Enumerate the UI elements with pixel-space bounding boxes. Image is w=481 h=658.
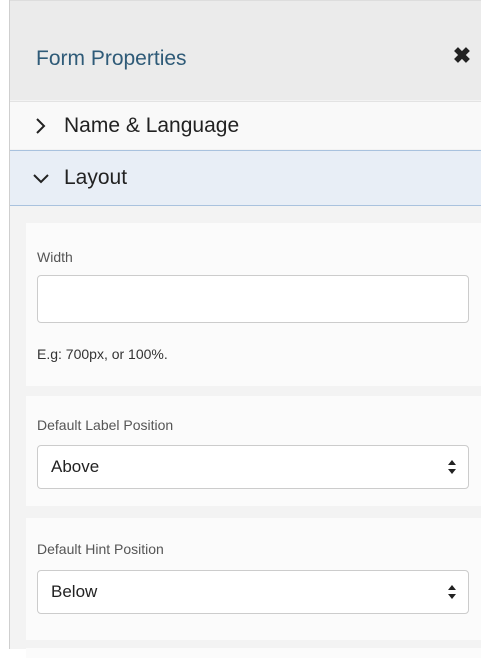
hint-position-select[interactable]: Below — [37, 570, 469, 614]
label-position-value: Above — [51, 457, 100, 476]
width-input[interactable] — [37, 275, 469, 323]
section-layout-label: Layout — [64, 166, 128, 189]
form-properties-panel: Form Properties ✖ Name & Language Layout… — [9, 0, 481, 658]
chevron-right-icon — [36, 117, 46, 134]
label-position-label: Default Label Position — [37, 417, 174, 433]
section-name-language[interactable]: Name & Language — [10, 101, 481, 149]
close-icon: ✖ — [452, 43, 472, 68]
panel-title: Form Properties — [36, 47, 187, 70]
width-field-group: Width E.g: 700px, or 100%. — [26, 223, 481, 386]
select-arrows-icon — [448, 585, 456, 599]
width-hint: E.g: 700px, or 100%. — [37, 346, 168, 362]
hint-position-field-group: Default Hint Position Below — [26, 518, 481, 640]
panel-header: Form Properties ✖ — [10, 0, 481, 100]
section-name-language-label: Name & Language — [64, 113, 240, 137]
label-position-select[interactable]: Above — [37, 445, 469, 489]
select-arrows-icon — [448, 460, 456, 474]
chevron-down-icon — [33, 174, 49, 184]
close-button[interactable]: ✖ — [450, 41, 474, 71]
hint-position-value: Below — [51, 582, 98, 601]
label-position-field-group: Default Label Position Above — [26, 396, 481, 506]
section-layout[interactable]: Layout — [10, 150, 481, 206]
hint-position-label: Default Hint Position — [37, 541, 164, 557]
next-field-group — [26, 648, 481, 658]
width-label: Width — [37, 249, 73, 265]
